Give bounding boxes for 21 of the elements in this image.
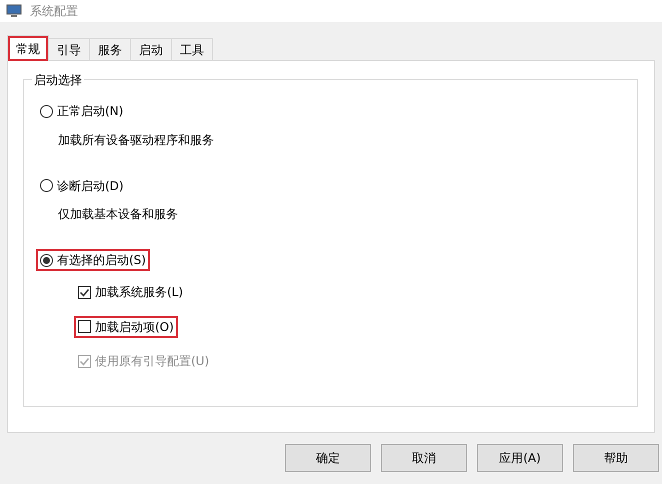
radio-button[interactable]	[40, 179, 53, 192]
tab[interactable]: 工具	[171, 38, 213, 60]
checkbox-option[interactable]: 加载启动项(O)	[74, 316, 178, 338]
option-description: 仅加载基本设备和服务	[57, 206, 179, 223]
dialog-button[interactable]: 取消	[381, 444, 467, 472]
radio-option[interactable]: 诊断启动(D)	[36, 174, 128, 196]
checkbox[interactable]	[78, 320, 91, 333]
checkbox-option[interactable]: 加载系统服务(L)	[74, 281, 188, 303]
dialog-button[interactable]: 帮助	[573, 444, 659, 472]
app-icon	[6, 4, 22, 18]
radio-option[interactable]: 有选择的启动(S)	[36, 249, 150, 271]
option-description: 加载所有设备驱动程序和服务	[57, 132, 215, 148]
radio-option[interactable]: 正常启动(N)	[36, 100, 128, 122]
window-title: 系统配置	[30, 3, 78, 20]
dialog-button[interactable]: 确定	[285, 444, 371, 472]
radio-button[interactable]	[40, 254, 53, 266]
checkbox[interactable]	[78, 286, 91, 298]
tab[interactable]: 常规	[7, 35, 49, 61]
radio-button[interactable]	[40, 104, 53, 118]
group-title: 启动选择	[32, 71, 84, 89]
dialog-button[interactable]: 应用(A)	[477, 444, 563, 472]
